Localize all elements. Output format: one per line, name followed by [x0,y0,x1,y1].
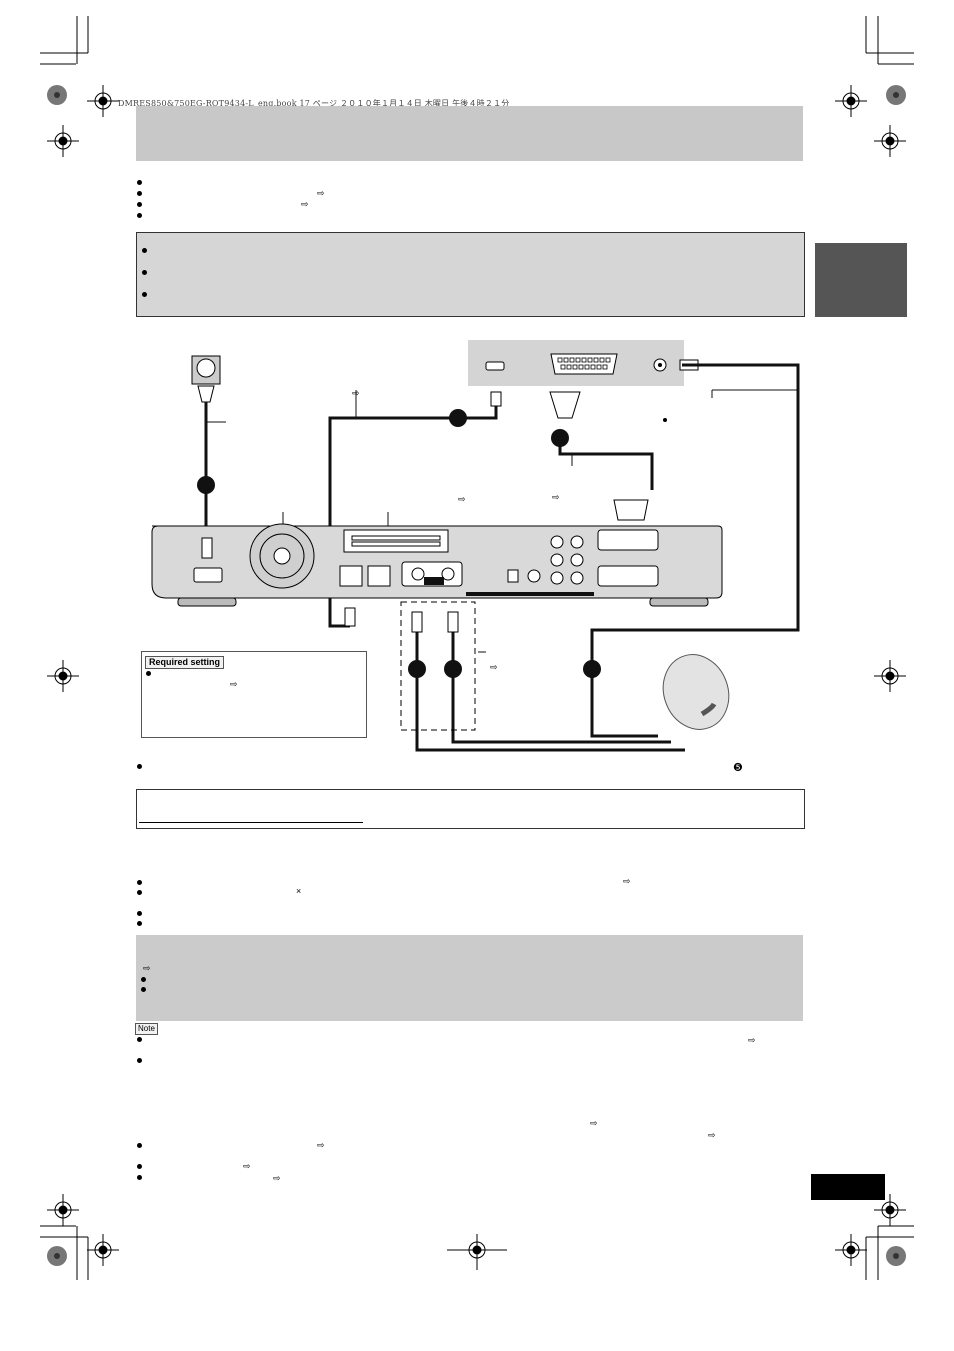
bullet [137,180,142,185]
bullet [142,248,147,253]
connection-marker [197,476,215,494]
connection-marker [444,660,462,678]
step-five-marker: ❺ [733,762,743,774]
bullet [137,1058,142,1063]
scart-av2-port [597,565,659,587]
reference-arrow-icon: ⇨ [143,963,151,973]
optical-port [507,569,519,583]
reference-arrow-icon: ⇨ [352,388,360,398]
bullet [142,270,147,275]
bullet [137,202,142,207]
multiply-sign: × [296,886,302,896]
bullet [141,987,146,992]
bullet [137,1175,142,1180]
note-label: Note [135,1023,158,1035]
connection-marker [583,660,601,678]
reference-arrow-icon: ⇨ [317,1140,325,1150]
section-side-tab [815,243,907,317]
bullet [137,1037,142,1042]
bullet [137,1164,142,1169]
lan-port [367,565,391,587]
reference-arrow-icon: ⇨ [708,1130,716,1140]
gray-info-box [136,935,803,1021]
common-interface-slot [343,529,449,553]
bullet [146,671,151,676]
reference-arrow-icon: ⇨ [490,662,498,672]
connection-marker [408,660,426,678]
bullet [137,911,142,916]
scart-plug-recorder [613,499,649,521]
tv-hdmi-port [485,361,505,371]
bullet [137,191,142,196]
satellite-dish [662,654,730,730]
page-number-block [811,1174,885,1200]
bullet [137,890,142,895]
bullet [137,880,142,885]
bullet [137,1143,142,1148]
reference-arrow-icon: ⇨ [243,1161,251,1171]
scart-av1-port [597,529,659,551]
reference-arrow-icon: ⇨ [552,492,560,502]
bullet [141,977,146,982]
bullet [137,213,142,218]
reference-arrow-icon: ⇨ [273,1173,281,1183]
reference-arrow-icon: ⇨ [301,199,309,209]
reference-arrow-icon: ⇨ [458,494,466,504]
info-box [136,789,805,829]
coaxial-port [527,569,541,583]
required-setting-label: Required setting [145,656,225,669]
reference-arrow-icon: ⇨ [317,188,325,198]
page-title-bar [136,106,803,161]
bullet [137,764,142,769]
tv-scart-port [550,353,618,375]
underline [139,822,363,823]
scart-plug-tv [549,391,581,419]
connection-marker [449,409,467,427]
reference-arrow-icon: ⇨ [748,1035,756,1045]
caution-box [136,232,805,317]
power-plug [197,385,215,403]
reference-arrow-icon: ⇨ [623,876,631,886]
bullet [142,292,147,297]
ac-inlet [193,567,223,583]
reference-arrow-icon: ⇨ [230,679,238,689]
hdmi-av-out-port [339,565,363,587]
connection-marker [551,429,569,447]
hdmi-plug-tv [490,391,502,407]
reference-arrow-icon: ⇨ [590,1118,598,1128]
bullet [137,921,142,926]
